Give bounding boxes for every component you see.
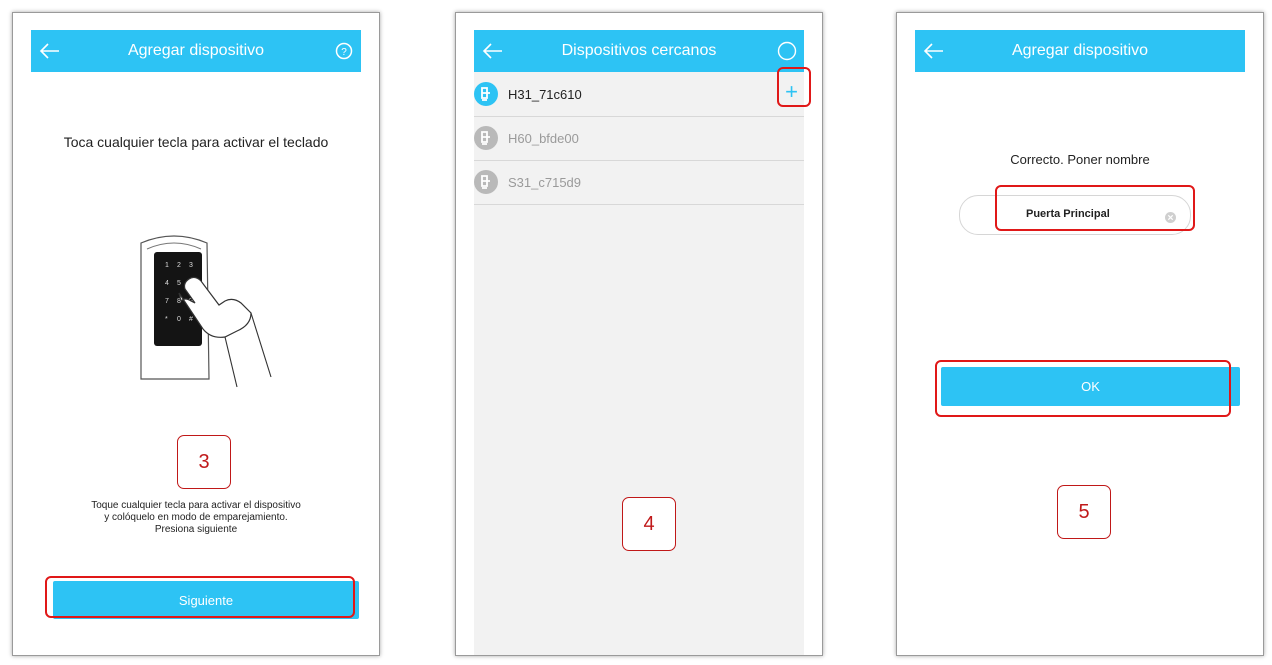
app-bar: Dispositivos cercanos [474, 30, 804, 72]
key-2: 2 [177, 262, 181, 269]
back-arrow-icon[interactable] [37, 39, 63, 63]
app-bar: Agregar dispositivo ? [31, 30, 361, 72]
key-star: * [165, 316, 168, 323]
lock-device-icon [474, 170, 498, 194]
instruction-line: y colóquelo en modo de emparejamiento. [104, 512, 288, 523]
screen-add-device-keypad: Agregar dispositivo ? Toca cualquier tec… [12, 12, 380, 656]
back-arrow-icon[interactable] [921, 39, 947, 63]
key-0: 0 [177, 316, 181, 323]
key-1: 1 [165, 262, 169, 269]
step-badge: 5 [1057, 485, 1111, 539]
back-arrow-icon[interactable] [480, 39, 506, 63]
highlight-frame [777, 67, 811, 107]
list-item[interactable]: S31_c715d9 [474, 160, 804, 205]
device-name: S31_c715d9 [508, 174, 582, 190]
step-badge: 4 [622, 497, 676, 551]
app-bar: Agregar dispositivo [915, 30, 1245, 72]
page-title: Agregar dispositivo [1011, 42, 1149, 59]
instruction-line: Toque cualquier tecla para activar el di… [91, 500, 301, 511]
page-title: Agregar dispositivo [127, 42, 265, 59]
instruction-top: Toca cualquier tecla para activar el tec… [63, 134, 329, 150]
list-item[interactable]: H60_bfde00 [474, 116, 804, 161]
screen-nearby-devices: Dispositivos cercanos H31_71c610 H60_bfd… [455, 12, 823, 656]
device-name: H60_bfde00 [508, 130, 579, 146]
key-4: 4 [165, 280, 169, 287]
lock-device-icon [474, 126, 498, 150]
key-7: 7 [165, 298, 169, 305]
list-item[interactable]: H31_71c610 [474, 72, 804, 117]
help-icon[interactable]: ? [333, 40, 355, 62]
content: Toca cualquier tecla para activar el tec… [31, 72, 361, 655]
screen-name-device: Agregar dispositivo Correcto. Poner nomb… [896, 12, 1264, 656]
highlight-frame [935, 360, 1231, 417]
name-prompt: Correcto. Poner nombre [1010, 152, 1150, 167]
highlight-frame [45, 576, 355, 618]
key-5: 5 [177, 280, 181, 287]
svg-text:?: ? [341, 47, 347, 58]
device-name: H31_71c610 [508, 86, 582, 102]
keypad-illustration: 1 2 3 4 5 6 7 8 9 * 0 # [140, 235, 272, 388]
highlight-frame [995, 185, 1195, 231]
instruction-bottom: Toque cualquier tecla para activar el di… [31, 500, 361, 536]
step-badge: 3 [177, 435, 231, 489]
loading-spinner-icon [776, 40, 798, 62]
lock-device-icon [474, 82, 498, 106]
key-hash: # [189, 316, 193, 323]
instruction-line: Presiona siguiente [154, 524, 238, 535]
page-title: Dispositivos cercanos [561, 42, 717, 59]
device-list: H31_71c610 H60_bfde00 S31_c715d9 + 4 [474, 67, 811, 655]
key-3: 3 [189, 262, 193, 269]
